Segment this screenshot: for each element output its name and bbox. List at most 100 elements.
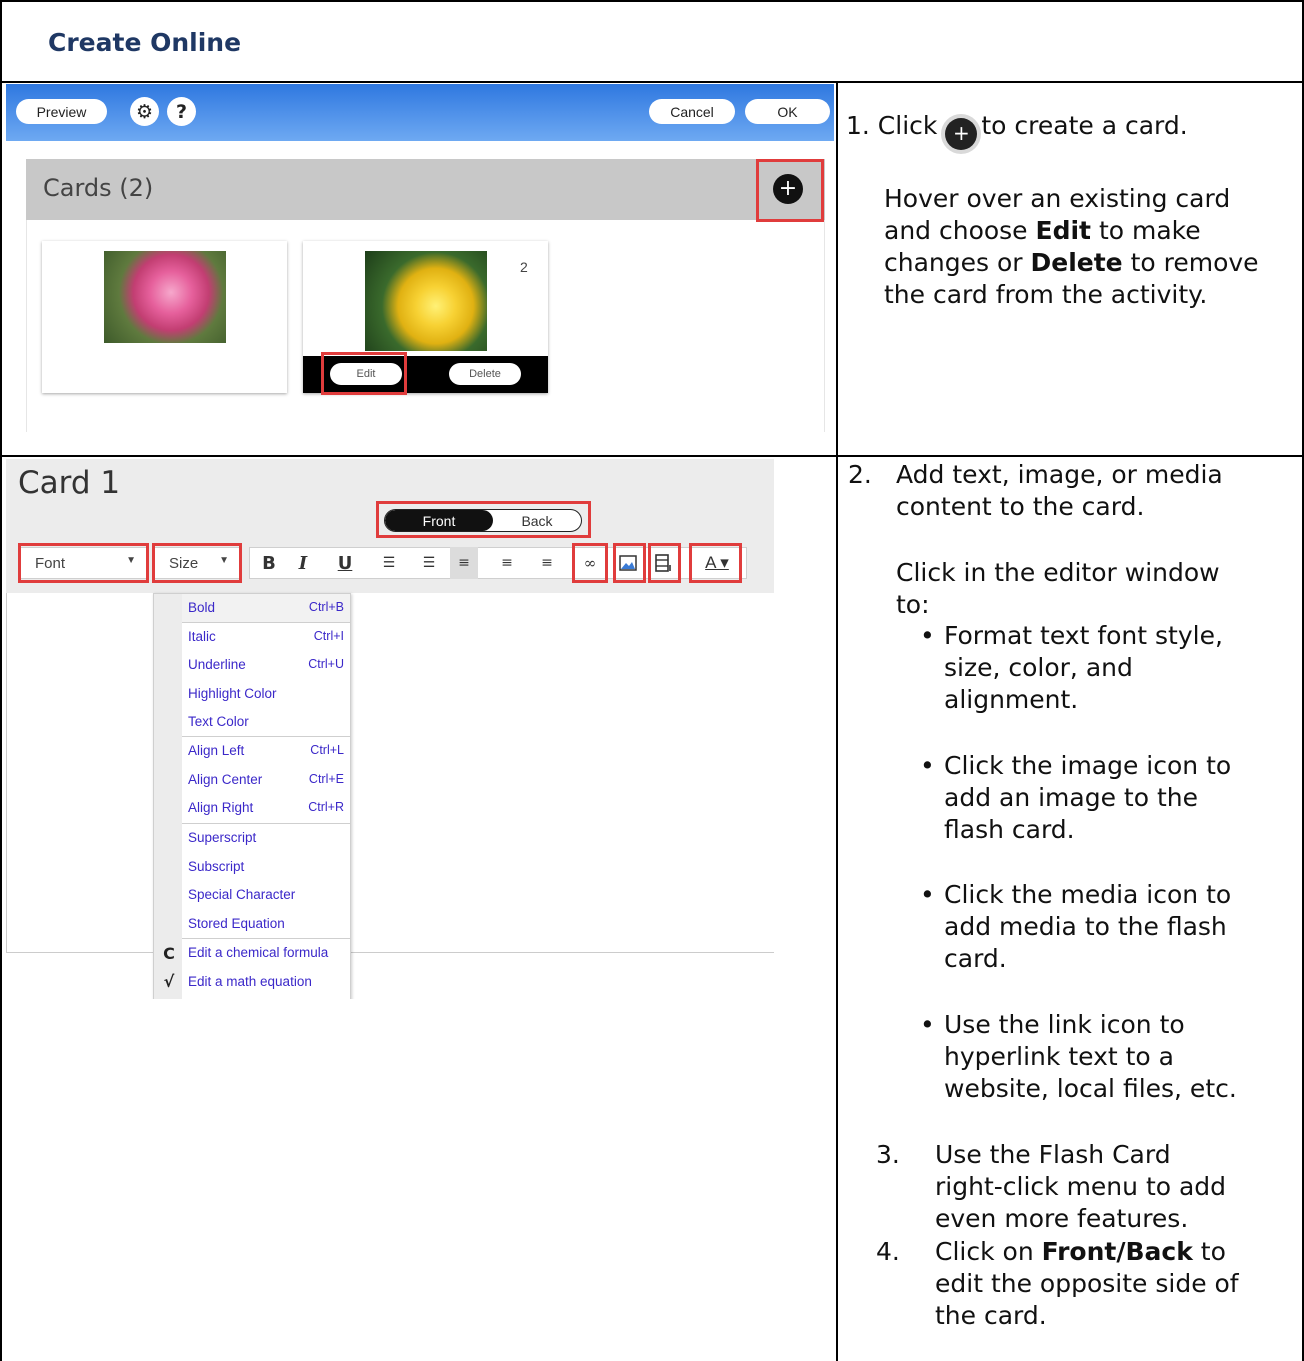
cards-title: Cards (2)	[43, 174, 154, 202]
table-border-mid	[0, 455, 1304, 457]
text: Click on	[935, 1237, 1042, 1266]
italic-button[interactable]: I	[289, 547, 317, 579]
step-3: Use the Flash Card right-click menu to a…	[935, 1139, 1226, 1235]
step-4: Click on Front/Back to edit the opposite…	[935, 1236, 1239, 1332]
step-2-number: 2.	[848, 460, 872, 489]
menu-item-special-character[interactable]: Special Character	[182, 881, 350, 909]
menu-item-shortcut: Ctrl+R	[308, 800, 344, 814]
line: Use the link icon to	[944, 1010, 1185, 1039]
ok-button[interactable]: OK	[745, 99, 830, 124]
help-button[interactable]: ?	[167, 97, 196, 126]
editor-canvas[interactable]	[6, 593, 774, 953]
flash-card[interactable]	[42, 241, 287, 393]
line: Click the image icon to	[944, 751, 1232, 780]
menu-item-label: Underline	[188, 657, 246, 672]
line: changes or Delete to remove	[884, 247, 1259, 279]
size-highlight	[152, 543, 242, 583]
menu-item-label: Special Character	[188, 887, 296, 902]
text: and choose	[884, 216, 1036, 245]
chemical-formula-icon: C	[163, 944, 175, 963]
bullet-dot: •	[920, 880, 935, 909]
menu-item-label: Superscript	[188, 830, 257, 845]
step-3-number: 3.	[876, 1140, 900, 1169]
step-2: Add text, image, or media content to the…	[896, 459, 1223, 523]
menu-item-text-color[interactable]: Text Color	[182, 708, 350, 736]
menu-item-shortcut: Ctrl+L	[310, 743, 344, 757]
line: even more features.	[935, 1204, 1189, 1233]
card-title: Card 1	[18, 465, 121, 501]
line: Use the Flash Card	[935, 1140, 1171, 1169]
underline-button[interactable]: U	[331, 547, 359, 579]
text: to	[1192, 1237, 1226, 1266]
numbered-list-icon[interactable]: ☰	[375, 547, 403, 579]
cancel-button[interactable]: Cancel	[649, 99, 735, 124]
menu-item-superscript[interactable]: Superscript	[182, 824, 350, 852]
menu-gutter	[154, 594, 182, 999]
line: Format text font style,	[944, 621, 1223, 650]
line: add media to the flash	[944, 912, 1227, 941]
bullet-dot: •	[920, 621, 935, 650]
editor-header: Card 1 Front Back Font ▼ Size ▼ B I U ☰ …	[6, 459, 774, 593]
line: website, local files, etc.	[944, 1074, 1237, 1103]
table-border-column	[836, 82, 838, 1361]
menu-item-shortcut: Ctrl+B	[308, 600, 344, 614]
menu-item-label: Highlight Color	[188, 686, 277, 701]
line: flash card.	[944, 815, 1075, 844]
menu-item-label: Align Left	[188, 743, 245, 758]
menu-item-subscript[interactable]: Subscript	[182, 853, 350, 881]
bullet-dot: •	[920, 751, 935, 780]
menu-item-label: Align Center	[188, 772, 263, 787]
cards-header: Cards (2) +	[26, 159, 825, 220]
preview-button[interactable]: Preview	[16, 99, 107, 124]
menu-item-label: Bold	[188, 600, 216, 615]
context-menu: Bold Ctrl+B Italic Ctrl+I Underline Ctrl+U …	[153, 593, 351, 999]
align-left-icon[interactable]: ≡	[450, 547, 478, 579]
line: edit the opposite side of	[935, 1269, 1239, 1298]
menu-item-chemical-formula[interactable]: Edit a chemical formula	[182, 939, 350, 967]
menu-item-align-right[interactable]: Align Right Ctrl+R	[182, 794, 350, 822]
bulleted-list-icon[interactable]: ☰	[415, 547, 443, 579]
menu-item-label: Edit a math equation	[188, 974, 312, 989]
line: Add text, image, or media	[896, 460, 1223, 489]
menu-item-shortcut: Ctrl+E	[308, 772, 344, 786]
card-list-screenshot: Preview ⚙ ? Cancel OK Cards (2) + 2 Edit…	[6, 84, 834, 432]
menu-item-italic[interactable]: Italic Ctrl+I	[182, 623, 350, 651]
line: add an image to the	[944, 783, 1199, 812]
menu-item-label: Italic	[188, 629, 216, 644]
edit-highlight	[321, 352, 407, 395]
text: to make	[1091, 216, 1201, 245]
page-title: Create Online	[48, 28, 242, 57]
menu-item-bold[interactable]: Bold Ctrl+B	[182, 594, 350, 622]
menu-item-label: Edit a chemical formula	[188, 945, 329, 960]
bold-button[interactable]: B	[255, 547, 283, 579]
line: hyperlink text to a	[944, 1042, 1174, 1071]
line: the card from the activity.	[884, 280, 1208, 309]
menu-item-stored-equation[interactable]: Stored Equation	[182, 910, 350, 938]
line: the card.	[935, 1301, 1047, 1330]
delete-button[interactable]: Delete	[449, 363, 521, 385]
menu-item-highlight-color[interactable]: Highlight Color	[182, 680, 350, 708]
step-1-hover: Hover over an existing card and choose E…	[884, 183, 1259, 311]
card-number: 2	[520, 259, 528, 275]
step-4-number: 4.	[876, 1237, 900, 1266]
link-highlight	[572, 543, 608, 583]
line: Click on Front/Back to	[935, 1236, 1239, 1268]
menu-item-underline[interactable]: Underline Ctrl+U	[182, 651, 350, 679]
line: to:	[896, 590, 930, 619]
line: alignment.	[944, 685, 1079, 714]
image-highlight	[613, 543, 646, 583]
align-center-icon[interactable]: ≡	[493, 547, 521, 579]
menu-item-align-left[interactable]: Align Left Ctrl+L	[182, 737, 350, 765]
gear-icon[interactable]: ⚙	[130, 97, 159, 126]
line: card.	[944, 944, 1007, 973]
menu-item-align-center[interactable]: Align Center Ctrl+E	[182, 766, 350, 794]
step-1-text: to create a card.	[981, 111, 1188, 140]
card-editor-screenshot: Card 1 Front Back Font ▼ Size ▼ B I U ☰ …	[6, 459, 774, 999]
table-border-left	[0, 0, 2, 1361]
menu-item-math-equation[interactable]: Edit a math equation	[182, 968, 350, 996]
math-equation-icon: √	[163, 972, 175, 991]
line: and choose Edit to make	[884, 215, 1259, 247]
title-row: Create Online	[0, 0, 1304, 82]
line: right-click menu to add	[935, 1172, 1227, 1201]
align-right-icon[interactable]: ≡	[533, 547, 561, 579]
